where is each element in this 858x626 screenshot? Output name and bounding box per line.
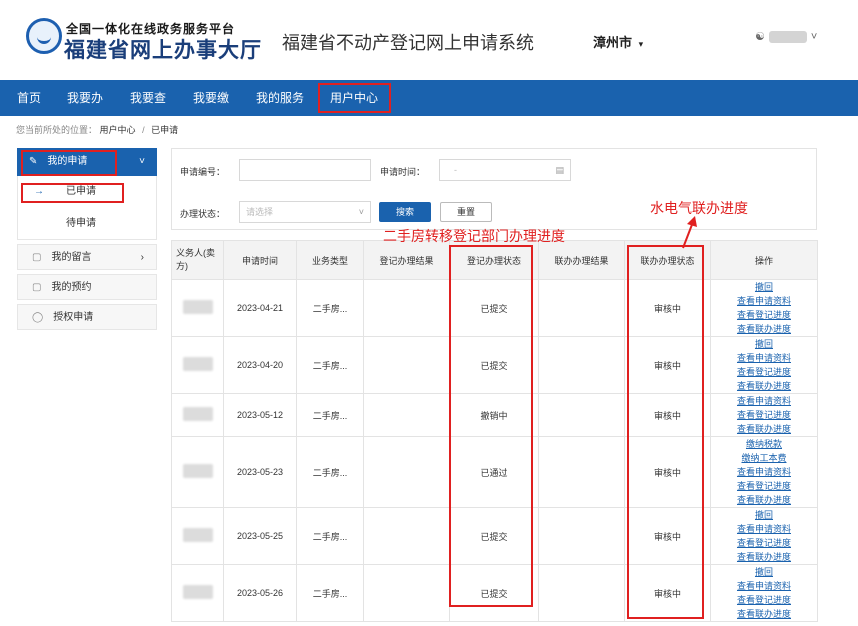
nav-home[interactable]: 首页 xyxy=(17,80,41,116)
calendar-icon: ▤ xyxy=(555,165,564,175)
pay-tax-link[interactable]: 缴纳税款 xyxy=(711,437,817,451)
highlight-my-applications xyxy=(21,150,117,176)
obligor-name-blurred xyxy=(182,585,213,599)
breadcrumb: 您当前所处的位置： 用户中心 / 已申请 xyxy=(16,125,179,135)
chevron-right-icon: › xyxy=(140,252,144,263)
cell-date: 2023-05-26 xyxy=(223,564,297,622)
nav-query[interactable]: 我要查 xyxy=(130,80,166,116)
view-reg-progress-link[interactable]: 查看登记进度 xyxy=(711,536,817,550)
cell-date: 2023-04-20 xyxy=(223,336,297,394)
view-reg-progress-link[interactable]: 查看登记进度 xyxy=(711,365,817,379)
view-joint-progress-link[interactable]: 查看联办进度 xyxy=(711,379,817,393)
pay-fee-link[interactable]: 缴纳工本费 xyxy=(711,451,817,465)
view-joint-progress-link[interactable]: 查看联办进度 xyxy=(711,322,817,336)
obligor-name-blurred xyxy=(182,528,213,542)
view-materials-link[interactable]: 查看申请资料 xyxy=(711,351,817,365)
app-no-label: 申请编号： xyxy=(180,167,226,177)
cell-type: 二手房... xyxy=(296,564,364,622)
page-header: 全国一体化在线政务服务平台 福建省网上办事大厅 福建省不动产登记网上申请系统 漳… xyxy=(0,0,858,78)
main-nav: 首页 我要办 我要查 我要缴 我的服务 用户中心 xyxy=(0,80,858,116)
sidebar-item-pending[interactable]: 待申请 xyxy=(17,208,157,240)
cell-date: 2023-05-12 xyxy=(223,393,297,437)
user-name-blurred xyxy=(768,31,807,44)
breadcrumb-current: 已申请 xyxy=(151,125,179,135)
cell-type: 二手房... xyxy=(296,393,364,437)
view-reg-progress-link[interactable]: 查看登记进度 xyxy=(711,593,817,607)
view-materials-link[interactable]: 查看申请资料 xyxy=(711,522,817,536)
nav-apply[interactable]: 我要办 xyxy=(67,80,103,116)
nav-pay[interactable]: 我要缴 xyxy=(193,80,229,116)
status-select[interactable]: 请选择 ˅ xyxy=(239,201,371,223)
cell-type: 二手房... xyxy=(296,279,364,337)
shield-icon: ◯ xyxy=(32,312,44,323)
view-joint-progress-link[interactable]: 查看联办进度 xyxy=(711,550,817,564)
col-reg-result: 登记办理结果 xyxy=(363,240,450,280)
col-operations: 操作 xyxy=(710,240,818,280)
col-app-time: 申请时间 xyxy=(223,240,297,280)
app-time-range-input[interactable]: - ▤ xyxy=(439,159,571,181)
chevron-down-icon: ▾ xyxy=(638,39,644,49)
col-joint-result: 联办办理结果 xyxy=(538,240,625,280)
withdraw-link[interactable]: 撤回 xyxy=(711,337,817,351)
view-joint-progress-link[interactable]: 查看联办进度 xyxy=(711,422,817,436)
app-no-input[interactable] xyxy=(239,159,371,181)
view-joint-progress-link[interactable]: 查看联办进度 xyxy=(711,493,817,507)
calendar-icon: ▢ xyxy=(32,282,42,293)
city-selector[interactable]: 漳州市 ▾ xyxy=(593,32,643,51)
obligor-name-blurred xyxy=(182,357,213,371)
search-button[interactable]: 搜索 xyxy=(379,202,431,222)
reset-button[interactable]: 重置 xyxy=(440,202,492,222)
obligor-name-blurred xyxy=(182,300,213,314)
nav-my-services[interactable]: 我的服务 xyxy=(256,80,304,116)
view-reg-progress-link[interactable]: 查看登记进度 xyxy=(711,308,817,322)
obligor-name-blurred xyxy=(182,464,213,478)
message-icon: ▢ xyxy=(32,252,42,263)
cell-type: 二手房... xyxy=(296,507,364,565)
user-icon: ☯ xyxy=(755,31,765,43)
cell-type: 二手房... xyxy=(296,336,364,394)
annotation-arrow-icon xyxy=(682,216,697,249)
system-title: 福建省不动产登记网上申请系统 xyxy=(282,33,534,54)
view-materials-link[interactable]: 查看申请资料 xyxy=(711,579,817,593)
view-materials-link[interactable]: 查看申请资料 xyxy=(711,394,817,408)
obligor-name-blurred xyxy=(182,407,213,421)
col-biz-type: 业务类型 xyxy=(296,240,364,280)
app-time-label: 申请时间： xyxy=(380,167,426,177)
sidebar-item-appointments[interactable]: ▢ 我的预约 xyxy=(17,274,157,300)
portal-logo-icon[interactable] xyxy=(26,18,62,54)
chevron-down-icon: ˅ xyxy=(139,156,145,167)
sidebar-item-authorization[interactable]: ◯ 授权申请 xyxy=(17,304,157,330)
user-menu[interactable]: ☯ ˅ xyxy=(755,30,818,44)
logo-title[interactable]: 福建省网上办事大厅 xyxy=(64,34,262,64)
highlight-submitted xyxy=(21,183,124,203)
breadcrumb-user-center[interactable]: 用户中心 xyxy=(100,125,136,135)
highlight-joint-status-column xyxy=(627,245,704,619)
chevron-down-icon: ˅ xyxy=(810,31,818,43)
cell-date: 2023-05-25 xyxy=(223,507,297,565)
status-label: 办理状态： xyxy=(180,209,226,219)
highlight-reg-status-column xyxy=(449,245,533,607)
view-joint-progress-link[interactable]: 查看联办进度 xyxy=(711,607,817,621)
view-reg-progress-link[interactable]: 查看登记进度 xyxy=(711,479,817,493)
cell-date: 2023-05-23 xyxy=(223,436,297,508)
sidebar-item-messages[interactable]: ▢ 我的留言 › xyxy=(17,244,157,270)
withdraw-link[interactable]: 撤回 xyxy=(711,565,817,579)
view-materials-link[interactable]: 查看申请资料 xyxy=(711,294,817,308)
withdraw-link[interactable]: 撤回 xyxy=(711,280,817,294)
cell-type: 二手房... xyxy=(296,436,364,508)
view-materials-link[interactable]: 查看申请资料 xyxy=(711,465,817,479)
col-obligor: 义务人(卖方) xyxy=(171,240,224,280)
view-reg-progress-link[interactable]: 查看登记进度 xyxy=(711,408,817,422)
withdraw-link[interactable]: 撤回 xyxy=(711,508,817,522)
chevron-down-icon: ˅ xyxy=(358,207,364,217)
annotation-reg-progress: 二手房转移登记部门办理进度 xyxy=(383,229,565,245)
city-label: 漳州市 xyxy=(593,35,633,50)
cell-date: 2023-04-21 xyxy=(223,279,297,337)
highlight-user-center xyxy=(318,83,391,113)
